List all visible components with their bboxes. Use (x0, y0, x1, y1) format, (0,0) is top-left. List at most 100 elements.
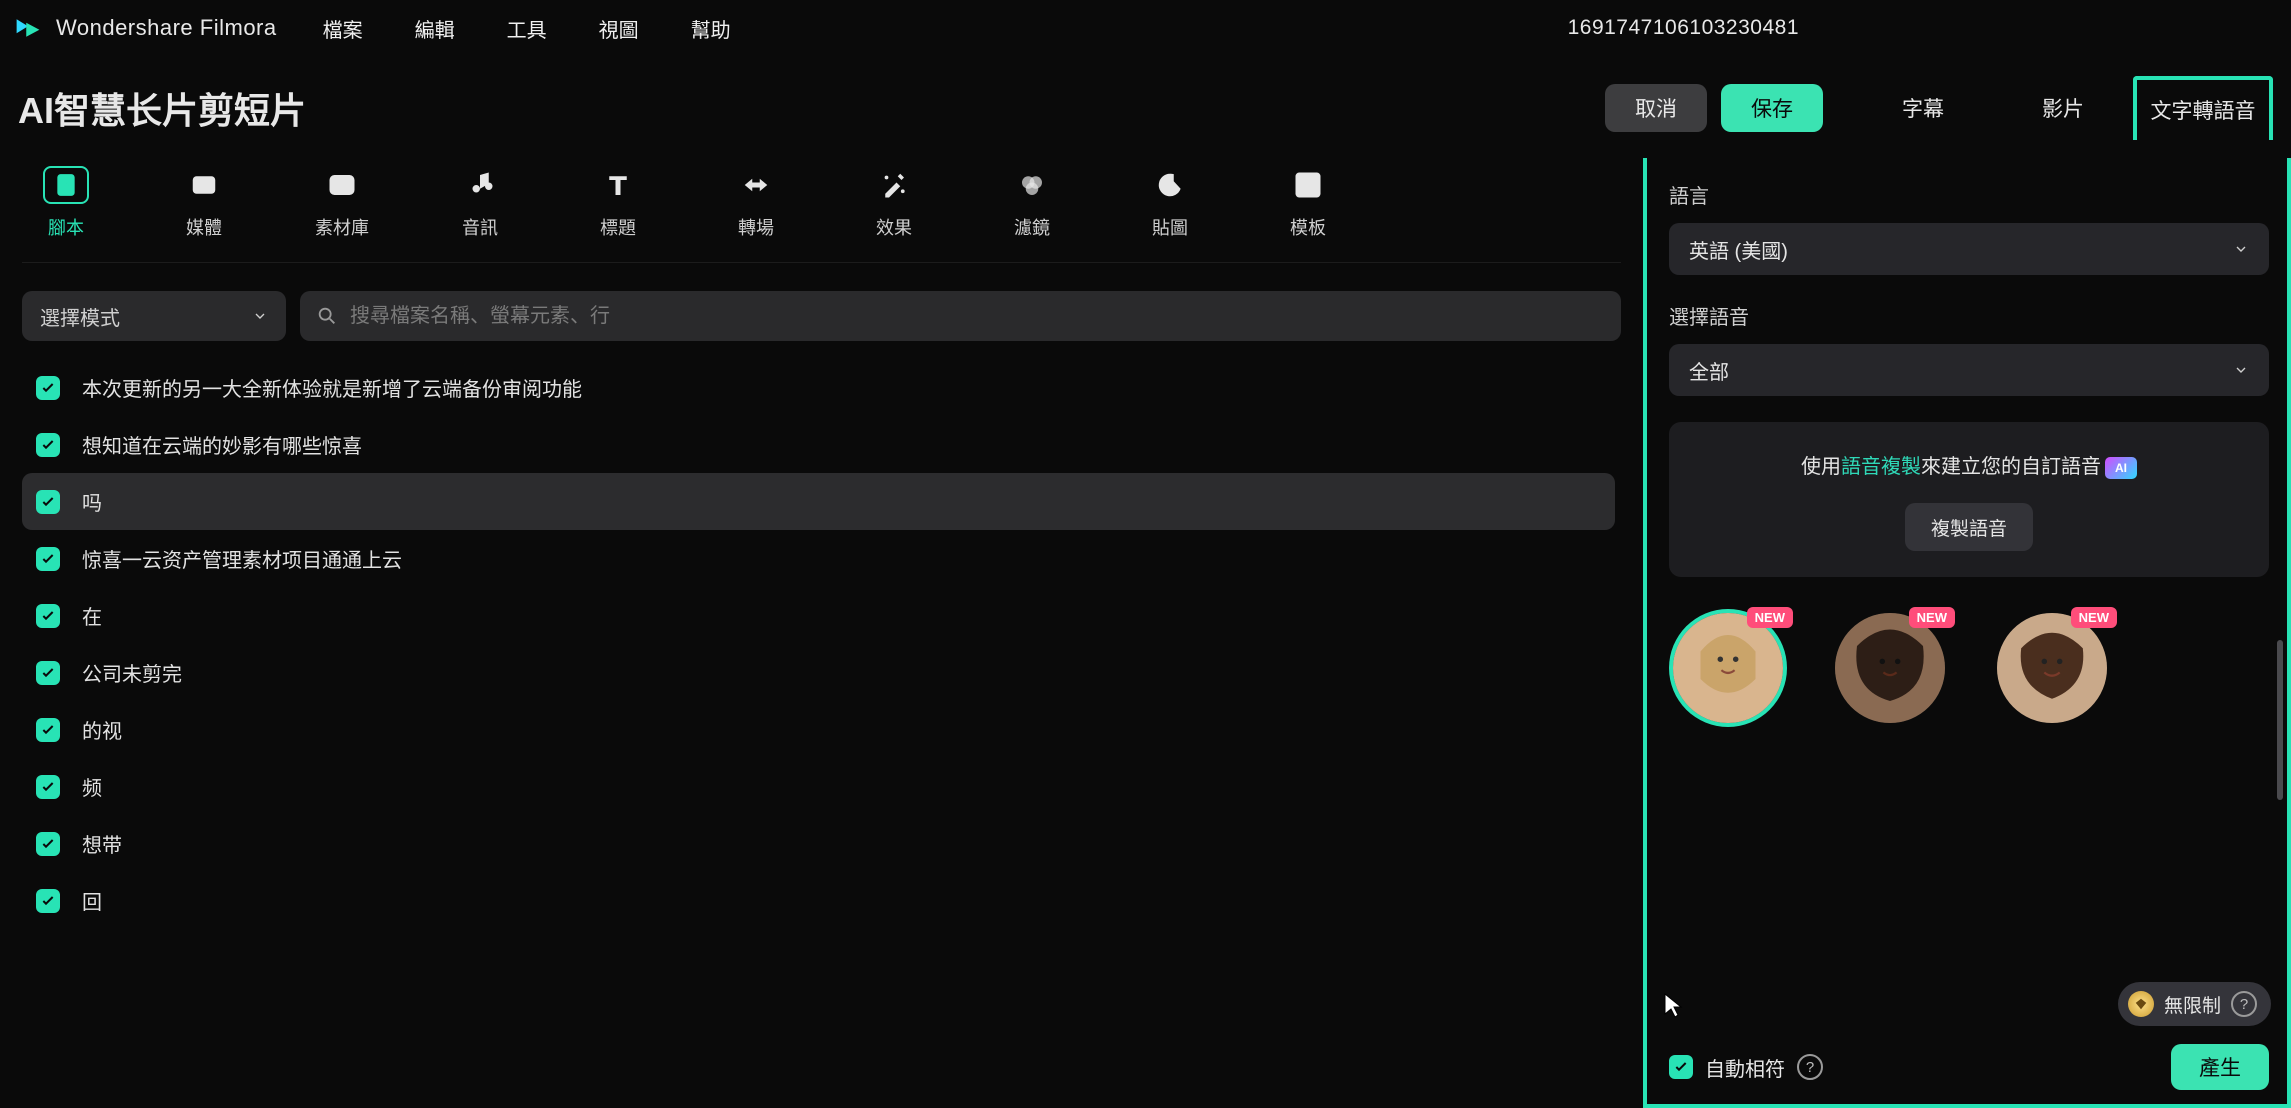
page-title: AI智慧长片剪短片 (18, 82, 1605, 134)
voice-option-2[interactable]: NEW (1835, 613, 1945, 723)
svg-text:A: A (62, 178, 71, 192)
chevron-down-icon (252, 308, 268, 324)
script-row[interactable]: 的视 (22, 701, 1615, 758)
main: A 腳本 媒體 素材庫 音訊 標題 轉場 (0, 158, 2291, 1108)
tool-row: A 腳本 媒體 素材庫 音訊 標題 轉場 (22, 158, 1621, 263)
tab-video[interactable]: 影片 (1993, 76, 2133, 140)
menu-tools[interactable]: 工具 (507, 14, 547, 43)
effect-icon (871, 166, 917, 204)
script-checkbox[interactable] (36, 604, 60, 628)
app-name: Wondershare Filmora (56, 15, 277, 41)
tool-transition[interactable]: 轉場 (718, 166, 794, 240)
generate-button[interactable]: 產生 (2171, 1044, 2269, 1090)
script-checkbox[interactable] (36, 718, 60, 742)
tool-effect[interactable]: 效果 (856, 166, 932, 240)
tool-label: 素材庫 (315, 214, 369, 240)
language-value: 英語 (美國) (1689, 235, 1788, 264)
script-text: 想带 (82, 829, 122, 858)
menu-view[interactable]: 視圖 (599, 14, 639, 43)
tool-label: 媒體 (186, 214, 222, 240)
subheader: AI智慧长片剪短片 取消 保存 字幕 影片 文字轉語音 (0, 56, 2291, 158)
script-row[interactable]: 想知道在云端的妙影有哪些惊喜 (22, 416, 1615, 473)
script-row[interactable]: 公司未剪完 (22, 644, 1615, 701)
auto-match-text: 自動相符 (1705, 1053, 1785, 1082)
unlimited-label: 無限制 (2164, 991, 2221, 1018)
script-text: 本次更新的另一大全新体验就是新增了云端备份审阅功能 (82, 373, 582, 402)
script-row[interactable]: 本次更新的另一大全新体验就是新增了云端备份审阅功能 (22, 359, 1615, 416)
menu-file[interactable]: 檔案 (323, 14, 363, 43)
template-icon (1285, 166, 1331, 204)
scrollbar-thumb[interactable] (2277, 640, 2283, 800)
tool-media[interactable]: 媒體 (166, 166, 242, 240)
tool-filter[interactable]: 濾鏡 (994, 166, 1070, 240)
voice-clone-box: 使用語音複製來建立您的自訂語音AI 複製語音 (1669, 422, 2269, 577)
script-checkbox[interactable] (36, 775, 60, 799)
voice-option-1[interactable]: NEW (1673, 613, 1783, 723)
script-checkbox[interactable] (36, 832, 60, 856)
script-row[interactable]: 回 (22, 872, 1615, 929)
script-text: 频 (82, 772, 102, 801)
left-pane: A 腳本 媒體 素材庫 音訊 標題 轉場 (0, 158, 1643, 1108)
voice-filter-value: 全部 (1689, 356, 1729, 385)
save-button[interactable]: 保存 (1721, 84, 1823, 132)
tool-script[interactable]: A 腳本 (28, 166, 104, 240)
tool-title[interactable]: 標題 (580, 166, 656, 240)
clone-link[interactable]: 語音複製 (1841, 456, 1921, 478)
voice-filter-select[interactable]: 全部 (1669, 344, 2269, 396)
script-row[interactable]: 频 (22, 758, 1615, 815)
tool-label: 貼圖 (1152, 214, 1188, 240)
help-icon[interactable]: ? (1797, 1054, 1823, 1080)
script-checkbox[interactable] (36, 433, 60, 457)
transition-icon (733, 166, 779, 204)
auto-match-checkbox[interactable] (1669, 1055, 1693, 1079)
tool-label: 模板 (1290, 214, 1326, 240)
sticker-icon (1147, 166, 1193, 204)
controls-row: 選擇模式 (22, 291, 1621, 341)
voice-option-3[interactable]: NEW (1997, 613, 2107, 723)
script-checkbox[interactable] (36, 661, 60, 685)
tool-label: 標題 (600, 214, 636, 240)
voice-row: NEW NEW NEW (1669, 607, 2269, 729)
mode-select-label: 選擇模式 (40, 302, 120, 331)
tool-library[interactable]: 素材庫 (304, 166, 380, 240)
search-input[interactable] (350, 305, 1605, 328)
help-icon[interactable]: ? (2231, 991, 2257, 1017)
tab-subtitles[interactable]: 字幕 (1853, 76, 1993, 140)
search-icon (316, 305, 338, 327)
mode-select[interactable]: 選擇模式 (22, 291, 286, 341)
script-text: 公司未剪完 (82, 658, 182, 687)
script-row[interactable]: 吗 (22, 473, 1615, 530)
diamond-icon (2128, 991, 2154, 1017)
language-select[interactable]: 英語 (美國) (1669, 223, 2269, 275)
script-row[interactable]: 想带 (22, 815, 1615, 872)
filter-icon (1009, 166, 1055, 204)
new-badge: NEW (1909, 607, 1955, 628)
tool-label: 效果 (876, 214, 912, 240)
script-checkbox[interactable] (36, 889, 60, 913)
app-logo-icon (12, 12, 44, 44)
menubar-items: 檔案 編輯 工具 視圖 幫助 (323, 14, 731, 43)
clone-voice-button[interactable]: 複製語音 (1905, 503, 2033, 551)
avatar (1997, 613, 2107, 723)
menu-edit[interactable]: 編輯 (415, 14, 455, 43)
script-row[interactable]: 惊喜一云资产管理素材项目通通上云 (22, 530, 1615, 587)
tool-audio[interactable]: 音訊 (442, 166, 518, 240)
ai-badge: AI (2105, 457, 2137, 479)
unlimited-pill[interactable]: 無限制 ? (2118, 982, 2271, 1026)
script-checkbox[interactable] (36, 547, 60, 571)
cancel-button[interactable]: 取消 (1605, 84, 1707, 132)
cursor-icon (1663, 992, 1683, 1018)
chevron-down-icon (2233, 362, 2249, 378)
avatar (1673, 613, 1783, 723)
script-checkbox[interactable] (36, 376, 60, 400)
title-icon (595, 166, 641, 204)
tool-template[interactable]: 模板 (1270, 166, 1346, 240)
search-box[interactable] (300, 291, 1621, 341)
tab-tts[interactable]: 文字轉語音 (2133, 76, 2273, 140)
tool-label: 轉場 (738, 214, 774, 240)
tool-sticker[interactable]: 貼圖 (1132, 166, 1208, 240)
script-row[interactable]: 在 (22, 587, 1615, 644)
script-checkbox[interactable] (36, 490, 60, 514)
menu-help[interactable]: 幫助 (691, 14, 731, 43)
tool-label: 音訊 (462, 214, 498, 240)
